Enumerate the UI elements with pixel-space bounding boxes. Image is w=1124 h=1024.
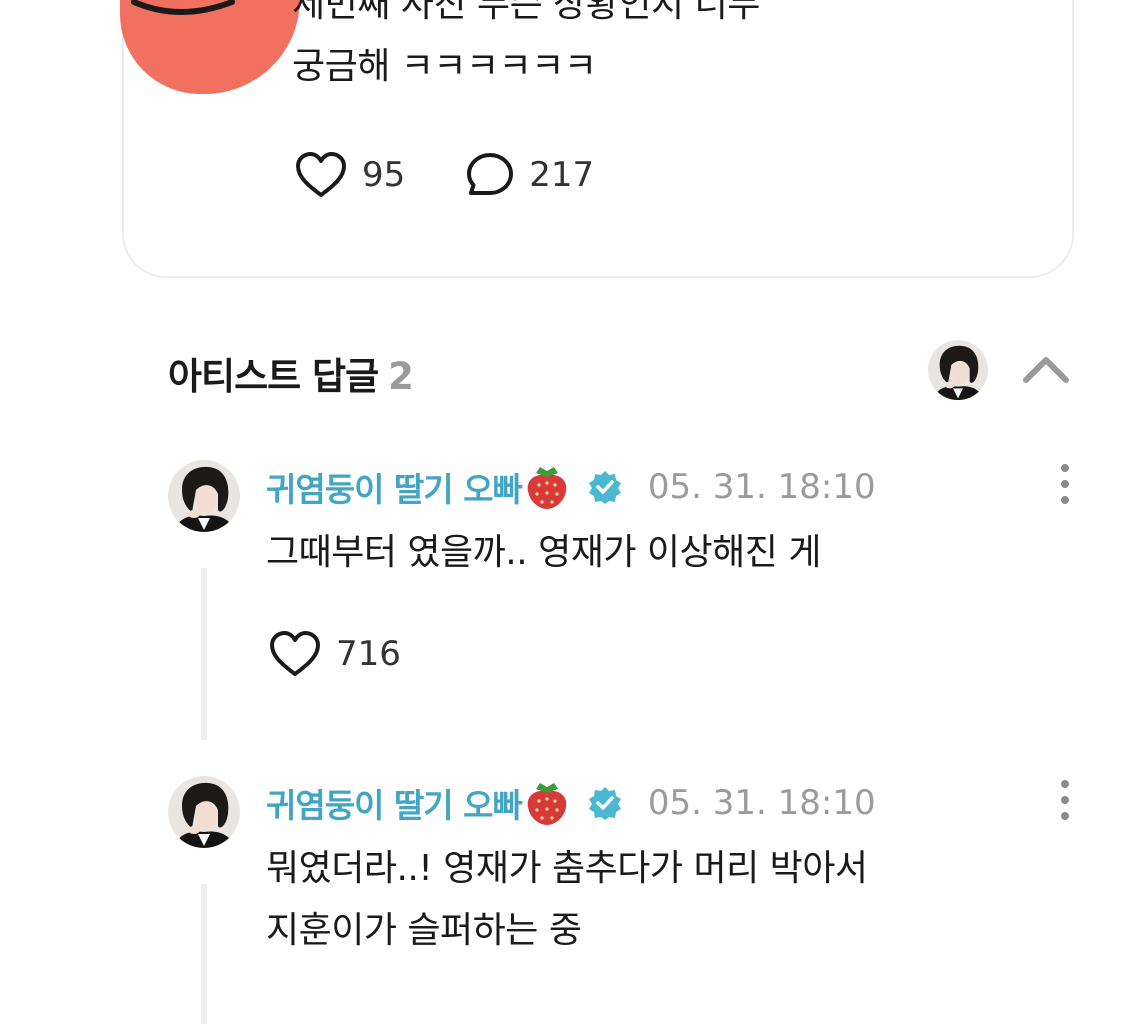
artist-replies-label: 아티스트 답글 bbox=[168, 355, 379, 398]
chevron-up-icon bbox=[1023, 357, 1069, 383]
artist-name[interactable]: 귀염둥이 딸기 오빠 bbox=[266, 463, 523, 511]
artist-photo-icon bbox=[928, 340, 988, 400]
post-actions: 95 217 bbox=[294, 150, 654, 200]
artist-replies-count: 2 bbox=[388, 355, 414, 398]
reply-text: 뭐였더라..! 영재가 춤추다가 머리 박아서 지훈이가 슬퍼하는 중 bbox=[266, 848, 868, 951]
post-card: 세번째 사진 무슨 상황인지 너무 궁금해 ㅋㅋㅋㅋㅋㅋ 95 217 bbox=[120, 0, 1074, 278]
user-avatar[interactable] bbox=[120, 0, 300, 94]
reply-avatar[interactable] bbox=[168, 460, 240, 532]
artist-photo-icon bbox=[168, 460, 240, 532]
more-options-button[interactable] bbox=[1048, 462, 1082, 506]
artist-reply: 귀염둥이 딸기 오빠 05. 31. 18:10 그때부터 였을까.. 영재가 … bbox=[168, 460, 1088, 750]
verified-badge-icon bbox=[588, 471, 621, 504]
more-options-button[interactable] bbox=[1048, 778, 1082, 822]
artist-avatar[interactable] bbox=[928, 340, 988, 400]
comment-button[interactable]: 217 bbox=[465, 151, 594, 199]
like-button[interactable]: 95 bbox=[294, 151, 405, 199]
artist-replies-header: 아티스트 답글 2 bbox=[168, 340, 1078, 404]
heart-icon bbox=[270, 631, 320, 676]
more-vertical-icon bbox=[1061, 464, 1069, 504]
collapse-button[interactable] bbox=[1020, 350, 1072, 390]
artist-photo-icon bbox=[168, 776, 240, 848]
strawberry-icon bbox=[527, 467, 567, 509]
reply-meta: 귀염둥이 딸기 오빠 05. 31. 18:10 bbox=[266, 780, 876, 826]
thread-line bbox=[201, 568, 207, 740]
comment-bubble-icon bbox=[467, 153, 514, 195]
artist-replies-title: 아티스트 답글 2 bbox=[168, 346, 414, 400]
like-count: 95 bbox=[362, 155, 406, 195]
verified-badge-icon bbox=[588, 787, 621, 820]
reply-timestamp: 05. 31. 18:10 bbox=[647, 467, 876, 507]
post-text: 세번째 사진 무슨 상황인지 너무 궁금해 ㅋㅋㅋㅋㅋㅋ bbox=[292, 0, 760, 87]
thread-line bbox=[201, 884, 207, 1024]
comment-count: 217 bbox=[529, 155, 595, 195]
reply-avatar[interactable] bbox=[168, 776, 240, 848]
reply-timestamp: 05. 31. 18:10 bbox=[647, 783, 876, 823]
heart-icon bbox=[296, 152, 346, 197]
smiley-face-icon bbox=[131, 0, 235, 15]
strawberry-icon bbox=[527, 783, 567, 825]
reply-text: 그때부터 였을까.. 영재가 이상해진 게 bbox=[266, 532, 821, 573]
reply-like-button[interactable]: 716 bbox=[268, 630, 401, 678]
artist-reply: 귀염둥이 딸기 오빠 05. 31. 18:10 뭐였더라..! 영재가 춤추다… bbox=[168, 776, 1088, 1024]
more-vertical-icon bbox=[1061, 780, 1069, 820]
artist-name[interactable]: 귀염둥이 딸기 오빠 bbox=[266, 779, 523, 827]
reply-meta: 귀염둥이 딸기 오빠 05. 31. 18:10 bbox=[266, 464, 876, 510]
reply-like-count: 716 bbox=[336, 634, 401, 674]
